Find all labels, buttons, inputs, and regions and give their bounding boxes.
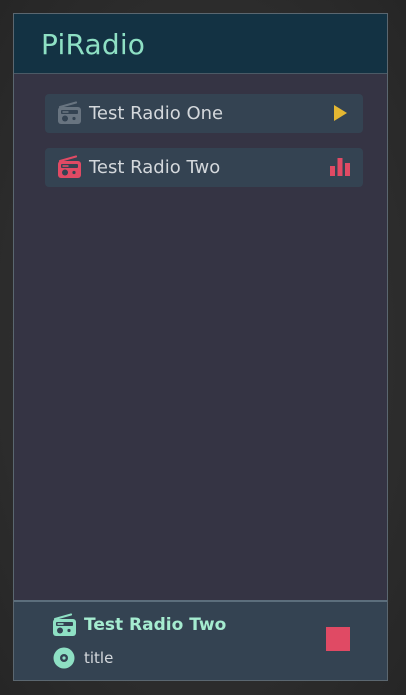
header-bar: PiRadio	[14, 14, 387, 74]
disc-icon	[53, 647, 75, 669]
radio-icon	[58, 155, 81, 178]
radio-icon	[53, 613, 76, 636]
station-name: Test Radio One	[89, 103, 224, 124]
station-list: Test Radio One Test Radio Two	[45, 94, 363, 202]
now-playing-bar: Test Radio Two title	[14, 600, 387, 680]
station-item-test-radio-one[interactable]: Test Radio One	[45, 94, 363, 133]
now-playing-station: Test Radio Two	[84, 615, 227, 635]
now-playing-track-title: title	[84, 649, 114, 667]
station-name: Test Radio Two	[89, 157, 221, 178]
app-title: PiRadio	[41, 28, 146, 61]
stop-button[interactable]	[326, 627, 350, 651]
app-window: PiRadio Test Radio One Test Radio Two Te…	[13, 13, 388, 681]
play-icon[interactable]	[329, 103, 351, 123]
station-item-test-radio-two[interactable]: Test Radio Two	[45, 148, 363, 187]
equalizer-icon	[330, 158, 350, 176]
radio-icon	[58, 101, 81, 124]
